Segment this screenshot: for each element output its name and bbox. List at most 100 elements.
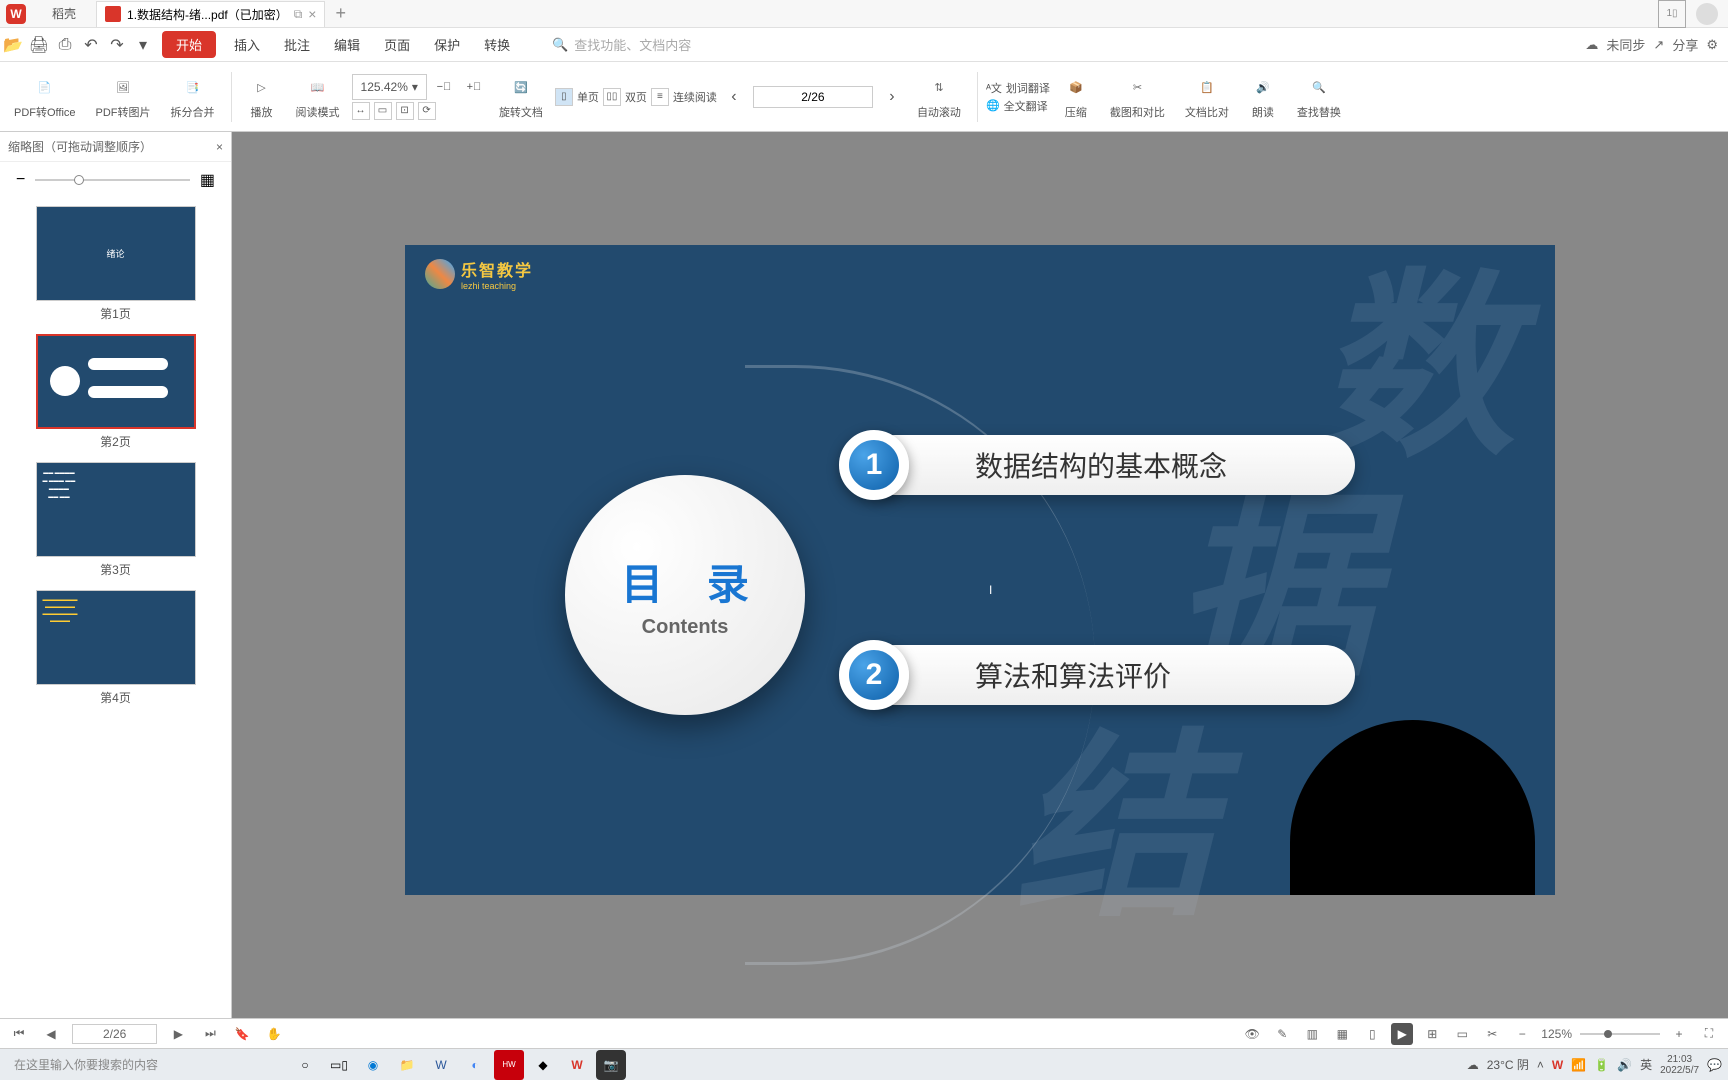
menu-page[interactable]: 页面 bbox=[372, 35, 422, 54]
explorer-icon[interactable]: 📁 bbox=[392, 1050, 422, 1080]
zoom-slider[interactable] bbox=[1580, 1033, 1660, 1035]
pdf-to-office-button[interactable]: 📄PDF转Office bbox=[6, 70, 84, 124]
app-icon-1[interactable]: ◆ bbox=[528, 1050, 558, 1080]
eye-icon[interactable]: 👁 bbox=[1241, 1023, 1263, 1045]
tab-file[interactable]: 1.数据结构-绪...pdf（已加密） ⧉ × bbox=[96, 1, 325, 27]
doc-compare-button[interactable]: 📋文档比对 bbox=[1177, 70, 1237, 124]
double-page-icon[interactable]: ▯▯ bbox=[603, 88, 621, 106]
open-icon[interactable]: 📂 bbox=[0, 32, 26, 58]
hand-icon[interactable]: ✋ bbox=[263, 1023, 285, 1045]
ime-label[interactable]: 英 bbox=[1640, 1056, 1652, 1073]
auto-scroll-button[interactable]: ⇅自动滚动 bbox=[909, 70, 969, 124]
start-icon[interactable]: ○ bbox=[290, 1050, 320, 1080]
tab-detach-icon[interactable]: ⧉ bbox=[294, 7, 303, 22]
minus-icon[interactable]: − bbox=[16, 171, 25, 189]
pencil-icon[interactable]: ✎ bbox=[1271, 1023, 1293, 1045]
present-icon[interactable]: ▶ bbox=[1391, 1023, 1413, 1045]
compress-button[interactable]: 📦压缩 bbox=[1054, 70, 1098, 124]
camera-icon[interactable]: 📷 bbox=[596, 1050, 626, 1080]
settings-icon[interactable]: ⚙ bbox=[1706, 37, 1718, 53]
screenshot-compare-button[interactable]: ✂截图和对比 bbox=[1102, 70, 1173, 124]
taskbar-search[interactable]: 在这里输入你要搜索的内容 bbox=[6, 1052, 286, 1077]
menu-protect[interactable]: 保护 bbox=[422, 35, 472, 54]
page-indicator[interactable]: 2/26 bbox=[753, 86, 873, 108]
find-replace-button[interactable]: 🔍查找替换 bbox=[1289, 70, 1349, 124]
tab-home[interactable]: 稻壳 bbox=[32, 5, 96, 22]
zoom-in-status-icon[interactable]: + bbox=[1668, 1023, 1690, 1045]
panel-icon[interactable]: ▥ bbox=[1301, 1023, 1323, 1045]
task-view-icon[interactable]: ▭▯ bbox=[324, 1050, 354, 1080]
wifi-icon[interactable]: 📶 bbox=[1571, 1058, 1586, 1072]
clock[interactable]: 21:03 2022/5/7 bbox=[1660, 1054, 1699, 1076]
zoom-status-label[interactable]: 125% bbox=[1541, 1027, 1572, 1041]
actual-size-icon[interactable]: ⊡ bbox=[396, 102, 414, 120]
next-page-icon-status[interactable]: ▶ bbox=[167, 1023, 189, 1045]
tab-add-button[interactable]: + bbox=[325, 3, 356, 24]
grid-icon[interactable]: ▦ bbox=[200, 170, 215, 190]
crop-status-icon[interactable]: ✂ bbox=[1481, 1023, 1503, 1045]
split-merge-button[interactable]: 📑拆分合并 bbox=[163, 70, 223, 124]
prev-page-icon-status[interactable]: ◀ bbox=[40, 1023, 62, 1045]
browser-icon[interactable]: ◐ bbox=[460, 1050, 490, 1080]
prev-page-icon[interactable]: ‹ bbox=[721, 84, 747, 110]
fit-width-icon[interactable]: ↔ bbox=[352, 102, 370, 120]
page-box[interactable]: 2/26 bbox=[72, 1024, 157, 1044]
wps-tray-icon[interactable]: W bbox=[1552, 1058, 1563, 1072]
menu-edit[interactable]: 编辑 bbox=[322, 35, 372, 54]
close-icon[interactable]: × bbox=[308, 6, 316, 22]
undo-icon[interactable]: ↶ bbox=[78, 32, 104, 58]
huawei-icon[interactable]: HW bbox=[494, 1050, 524, 1080]
print-icon[interactable]: 🖨 bbox=[26, 32, 52, 58]
pdf-to-image-button[interactable]: 🖼PDF转图片 bbox=[88, 70, 159, 124]
weather-label[interactable]: 23°C 阴 bbox=[1487, 1056, 1529, 1073]
cloud-sync-icon[interactable]: ☁ bbox=[1585, 37, 1598, 53]
thumb-page-2[interactable]: 第2页 bbox=[8, 334, 223, 450]
zoom-in-icon[interactable]: +⃝ bbox=[461, 74, 487, 100]
word-icon[interactable]: W bbox=[426, 1050, 456, 1080]
thumb-page-4[interactable]: ▬▬▬▬▬▬▬▬▬▬▬▬▬▬▬▬▬▬▬▬▬▬▬▬ 第4页 bbox=[8, 590, 223, 706]
share-icon[interactable]: ↗ bbox=[1653, 37, 1664, 53]
volume-icon[interactable]: 🔊 bbox=[1617, 1058, 1632, 1072]
chevron-up-icon[interactable]: ˄ bbox=[1537, 1058, 1544, 1072]
single-page-label[interactable]: 单页 bbox=[577, 89, 599, 105]
layout-icon[interactable]: ▭ bbox=[1451, 1023, 1473, 1045]
battery-icon[interactable]: 🔋 bbox=[1594, 1058, 1609, 1072]
fit-page-icon[interactable]: ▭ bbox=[374, 102, 392, 120]
last-page-icon[interactable]: ⏭ bbox=[199, 1023, 221, 1045]
menu-convert[interactable]: 转换 bbox=[472, 35, 522, 54]
thumb-page-3[interactable]: ▬▬ ▬▬▬▬▬ ▬▬▬ ▬▬▬▬▬▬▬▬ ▬▬ 第3页 bbox=[8, 462, 223, 578]
double-page-label[interactable]: 双页 bbox=[625, 89, 647, 105]
full-translate-button[interactable]: 全文翻译 bbox=[1004, 98, 1048, 114]
weather-icon[interactable]: ☁ bbox=[1467, 1058, 1479, 1072]
zoom-out-status-icon[interactable]: − bbox=[1511, 1023, 1533, 1045]
quick-print-icon[interactable]: ⎙ bbox=[52, 32, 78, 58]
bookmark-icon[interactable]: 🔖 bbox=[231, 1023, 253, 1045]
rotate-button[interactable]: 🔄旋转文档 bbox=[491, 70, 551, 124]
marquee-icon[interactable]: ⟳ bbox=[418, 102, 436, 120]
menu-start[interactable]: 开始 bbox=[162, 31, 216, 58]
wps-icon[interactable]: W bbox=[562, 1050, 592, 1080]
continuous-icon[interactable]: ≡ bbox=[651, 88, 669, 106]
redo-icon[interactable]: ↷ bbox=[104, 32, 130, 58]
next-page-icon[interactable]: › bbox=[879, 84, 905, 110]
search-input[interactable]: 🔍 查找功能、文档内容 bbox=[552, 35, 691, 54]
share-label[interactable]: 分享 bbox=[1672, 35, 1698, 54]
dropdown-icon[interactable]: ▾ bbox=[130, 32, 156, 58]
window-count[interactable]: 1▯ bbox=[1658, 0, 1686, 28]
play-button[interactable]: ▷播放 bbox=[240, 70, 284, 124]
fit-icon[interactable]: ⊞ bbox=[1421, 1023, 1443, 1045]
sync-label[interactable]: 未同步 bbox=[1606, 35, 1645, 54]
zoom-out-icon[interactable]: −⃝ bbox=[431, 74, 457, 100]
thumb-size-slider[interactable]: − ▦ bbox=[0, 162, 231, 198]
menu-annotate[interactable]: 批注 bbox=[272, 35, 322, 54]
single-page-icon[interactable]: ▯ bbox=[555, 88, 573, 106]
notification-icon[interactable]: 💬 bbox=[1707, 1058, 1722, 1072]
close-panel-icon[interactable]: × bbox=[216, 140, 223, 154]
user-avatar-icon[interactable] bbox=[1696, 3, 1718, 25]
single-view-icon[interactable]: ▯ bbox=[1361, 1023, 1383, 1045]
zoom-value[interactable]: 125.42% ▾ bbox=[352, 74, 427, 100]
continuous-label[interactable]: 连续阅读 bbox=[673, 89, 717, 105]
first-page-icon[interactable]: ⏮ bbox=[8, 1023, 30, 1045]
fullscreen-icon[interactable]: ⛶ bbox=[1698, 1023, 1720, 1045]
word-translate-button[interactable]: 划词翻译 bbox=[1006, 80, 1050, 96]
